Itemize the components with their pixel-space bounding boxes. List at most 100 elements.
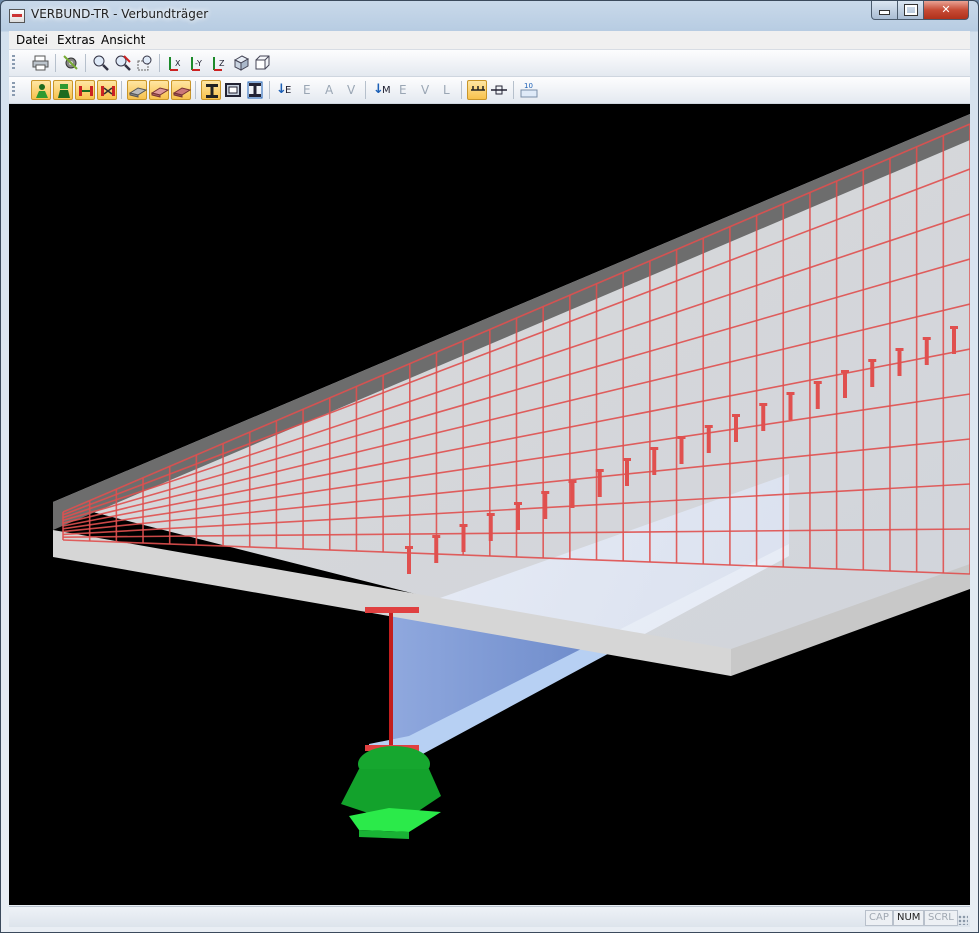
toolbar-separator <box>461 81 462 99</box>
svg-text:10: 10 <box>524 82 533 90</box>
shear-stud <box>543 493 548 519</box>
display-mesh-button[interactable] <box>171 80 191 100</box>
shear-stud <box>516 504 520 530</box>
shear-stud-head <box>704 425 713 428</box>
result-e-button[interactable]: E <box>303 83 311 97</box>
svg-text:Z: Z <box>219 59 225 68</box>
shear-stud-head <box>650 447 659 450</box>
view-x-button[interactable]: X <box>165 53 185 73</box>
zoom-button[interactable] <box>91 53 111 73</box>
toolbar-grip[interactable] <box>12 82 15 98</box>
load-icon <box>58 84 70 98</box>
toolbar-separator <box>269 81 270 99</box>
menu-extras[interactable]: Extras <box>57 33 95 47</box>
axis-z-icon: Z <box>213 57 225 71</box>
toolbar-grip[interactable] <box>12 55 15 71</box>
shear-stud-head <box>950 326 958 329</box>
shear-stud <box>652 449 657 475</box>
view-z-button[interactable]: Z <box>209 53 229 73</box>
shear-stud-head <box>486 513 495 516</box>
display-load-button[interactable] <box>53 80 73 100</box>
shear-stud <box>625 460 629 486</box>
printer-icon <box>32 55 49 71</box>
view-iso-button[interactable] <box>231 53 251 73</box>
scale-button[interactable]: 10 <box>519 80 539 100</box>
resize-grip[interactable] <box>958 915 968 925</box>
shear-stud-head <box>514 502 522 505</box>
cube-outline-icon <box>255 55 270 70</box>
shear-stud-head <box>868 359 877 362</box>
shear-stud <box>870 361 875 387</box>
toolbar-separator <box>365 81 366 99</box>
result-v-button[interactable]: V <box>347 83 355 97</box>
maximize-button[interactable] <box>897 1 924 20</box>
axis-y-icon: -Y <box>191 57 202 71</box>
result-m-l-button[interactable]: L <box>443 83 450 97</box>
section-column-button[interactable] <box>245 80 265 100</box>
title-bar[interactable]: VERBUND-TR - Verbundträger ✕ <box>1 1 978 31</box>
shear-stud-head <box>732 414 740 417</box>
menu-datei[interactable]: Datei <box>16 33 48 47</box>
result-m-label[interactable]: M <box>382 85 391 96</box>
view-3d-button[interactable] <box>253 53 273 73</box>
dimension-button[interactable] <box>489 80 509 100</box>
status-bar: CAP NUM SCRL <box>9 906 970 927</box>
shear-stud <box>924 339 929 365</box>
toolbar-separator <box>85 54 86 72</box>
shear-stud-head <box>432 535 441 538</box>
cube-icon <box>233 55 250 71</box>
zoom-reset-button[interactable] <box>113 53 133 73</box>
steel-beam-top-flange <box>365 607 419 613</box>
shear-stud <box>761 405 766 431</box>
shear-stud <box>843 372 847 398</box>
rebar-slab-icon <box>151 87 169 98</box>
shear-stud-head <box>623 458 631 461</box>
scale-icon: 10 <box>520 82 538 98</box>
shear-stud-head <box>459 524 468 527</box>
view-y-button[interactable]: -Y <box>187 53 207 73</box>
bearing-icon <box>79 86 93 96</box>
section-box-button[interactable] <box>223 80 243 100</box>
box-section-icon <box>225 83 241 97</box>
tools-icon <box>63 55 78 70</box>
display-bearing-button[interactable] <box>75 80 95 100</box>
close-button[interactable]: ✕ <box>923 1 969 20</box>
i-beam-icon <box>206 84 218 98</box>
result-e-label[interactable]: E <box>285 85 291 96</box>
shear-stud <box>434 537 439 563</box>
zoom-all-button[interactable] <box>135 53 155 73</box>
display-slab-button[interactable] <box>127 80 147 100</box>
app-window: VERBUND-TR - Verbundträger ✕ Datei Extra… <box>0 0 979 933</box>
shear-stud <box>706 427 711 453</box>
toolbar-display: ↓ E E A V ↓ M E V L 10 <box>9 77 970 104</box>
support-bearing-body <box>341 769 441 814</box>
display-span-button[interactable] <box>97 80 117 100</box>
minimize-button[interactable] <box>871 1 898 20</box>
load-display-button[interactable] <box>467 80 487 100</box>
display-steel-button[interactable] <box>31 80 51 100</box>
shear-stud <box>897 350 902 376</box>
shear-stud <box>952 328 956 354</box>
shear-stud <box>597 471 602 497</box>
scroll-lock-indicator: SCRL <box>924 910 958 926</box>
result-m-v-button[interactable]: V <box>421 83 429 97</box>
print-button[interactable] <box>31 53 51 73</box>
result-m-e-button[interactable]: E <box>399 83 407 97</box>
zoom-reset-icon <box>115 55 131 71</box>
span-icon <box>101 86 115 96</box>
toolbar-separator <box>159 54 160 72</box>
3d-viewport[interactable] <box>9 104 970 905</box>
display-rebar-button[interactable] <box>149 80 169 100</box>
shear-stud <box>815 383 820 409</box>
menu-ansicht[interactable]: Ansicht <box>101 33 145 47</box>
shear-stud-head <box>541 491 550 494</box>
shear-stud-head <box>405 546 413 549</box>
section-i-button[interactable] <box>201 80 221 100</box>
zoom-all-icon <box>137 55 152 71</box>
result-a-button[interactable]: A <box>325 83 333 97</box>
minimize-icon <box>879 10 890 15</box>
caps-lock-indicator: CAP <box>865 910 893 926</box>
dimension-icon <box>491 85 507 95</box>
settings-button[interactable] <box>61 53 81 73</box>
shear-stud <box>788 394 793 420</box>
